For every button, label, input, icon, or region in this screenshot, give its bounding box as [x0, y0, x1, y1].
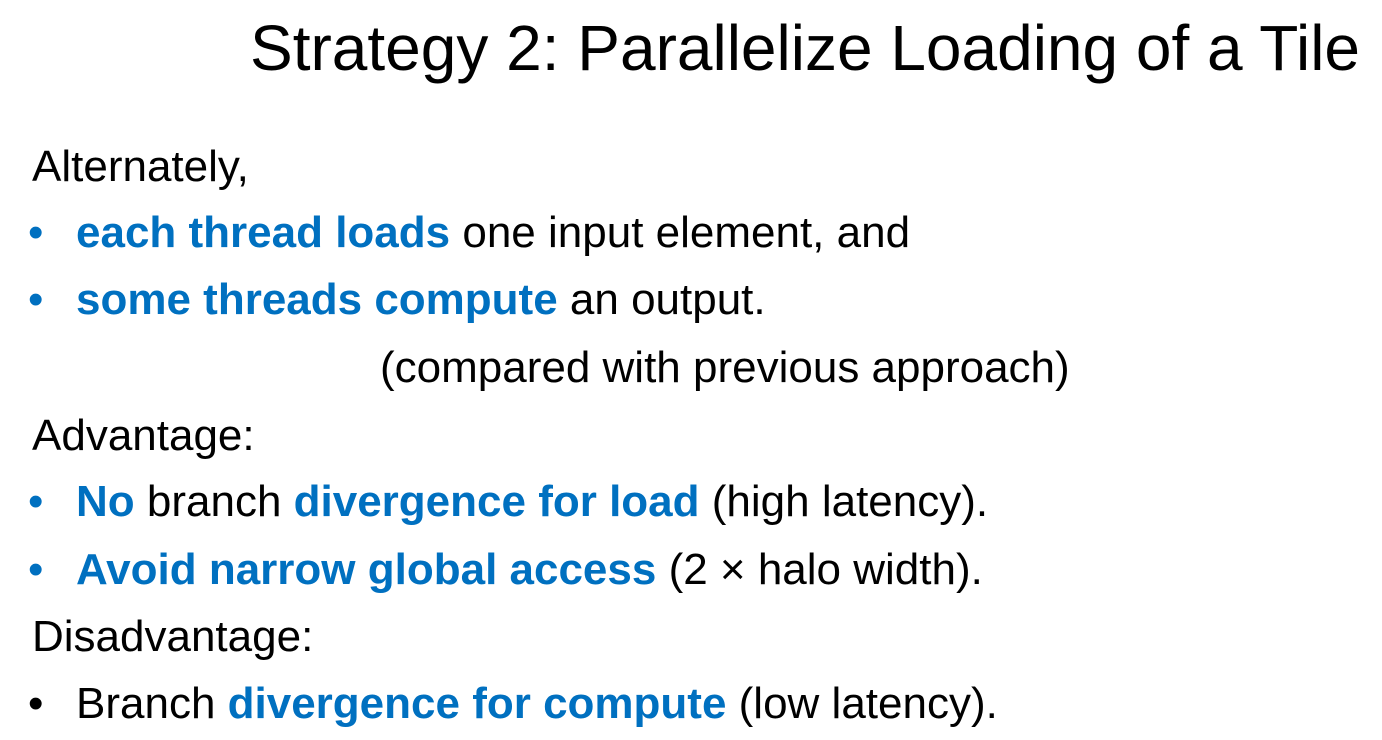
bullet-icon: •	[28, 477, 44, 526]
bullet-text: an output.	[557, 275, 766, 324]
bullet-branch-divergence-compute: • Branch divergence for compute (low late…	[28, 674, 998, 734]
emphasis-text: some threads compute	[76, 275, 558, 324]
bullet-some-threads-compute: • some threads compute an output.	[28, 270, 766, 330]
disadvantage-heading: Disadvantage:	[32, 612, 314, 661]
bullet-text: branch	[134, 477, 294, 526]
bullet-text: (high latency).	[699, 477, 989, 526]
bullet-icon: •	[28, 275, 44, 324]
emphasis-text: divergence for compute	[227, 679, 727, 728]
emphasis-text: each thread loads	[76, 208, 451, 257]
emphasis-text: Avoid narrow global access	[76, 545, 657, 594]
emphasis-text: divergence for load	[293, 477, 700, 526]
bullet-avoid-narrow-access: • Avoid narrow global access (2 × halo wi…	[28, 540, 983, 600]
bullet-icon: •	[28, 679, 44, 728]
bullet-icon: •	[28, 208, 44, 257]
bullet-no-branch-divergence: • No branch divergence for load (high lat…	[28, 472, 988, 532]
emphasis-text: No	[76, 477, 135, 526]
bullet-text: Branch	[76, 679, 228, 728]
bullet-each-thread-loads: • each thread loads one input element, an…	[28, 203, 910, 263]
bullet-text: one input element, and	[450, 208, 911, 257]
comparison-note: (compared with previous approach)	[380, 343, 1070, 392]
intro-text: Alternately,	[32, 142, 249, 191]
bullet-text: (2 × halo width).	[656, 545, 983, 594]
advantage-heading: Advantage:	[32, 411, 255, 460]
bullet-icon: •	[28, 545, 44, 594]
slide-title: Strategy 2: Parallelize Loading of a Til…	[250, 12, 1360, 84]
bullet-text: (low latency).	[726, 679, 998, 728]
